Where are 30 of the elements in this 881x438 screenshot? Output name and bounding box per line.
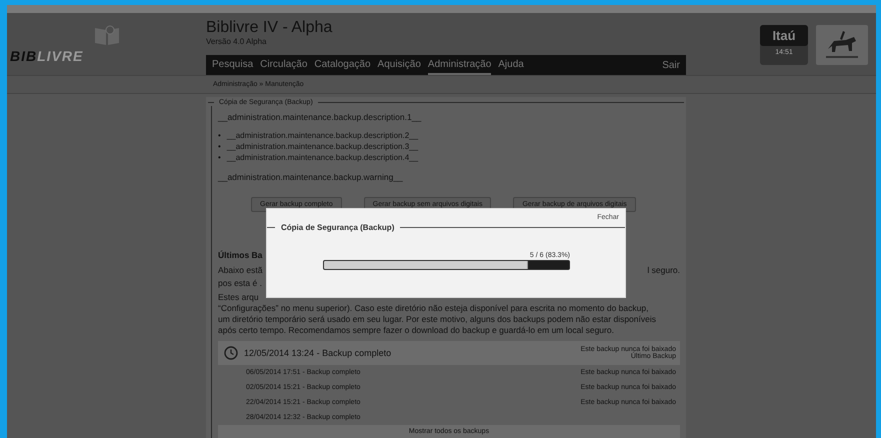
description-bullet: __administration.maintenance.backup.description.2__	[226, 130, 418, 141]
book-logo-icon	[92, 24, 120, 46]
horse-rider-logo-icon	[816, 25, 868, 65]
description-bullet: __administration.maintenance.backup.description.4__	[226, 152, 418, 163]
bullet-marker: •	[218, 130, 221, 141]
paragraph-line: após certo tempo. Recomendamos sempre fazer o download do backup e guardá-lo em um local seguro.	[218, 325, 615, 336]
nav-tab[interactable]: Pesquisa	[212, 56, 254, 74]
paragraph-fragment: Estes arqu	[218, 292, 259, 303]
version-label: Versão 4.0 Alpha	[206, 37, 268, 46]
bullet-marker: •	[218, 152, 221, 163]
paragraph-line: um diretório temporário será usado em seu lugar. Por este motivo, alguns dos backups podem não estar disponíveis	[218, 314, 657, 325]
paragraph-fragment: Abaixo estã	[218, 264, 262, 277]
description-bullet: __administration.maintenance.backup.description.3__	[226, 141, 418, 152]
app-title: Biblivre IV - Alpha	[206, 19, 334, 37]
dialog-legend: Cópia de Segurança (Backup)	[281, 223, 394, 232]
logo-text: BIBLIVRE	[10, 48, 84, 64]
paragraph-fragment: pos esta é .	[218, 277, 262, 290]
nav-tab[interactable]: Aquisição	[378, 56, 421, 74]
paragraph-fragment: l seguro.	[647, 264, 680, 277]
clock-icon	[224, 346, 238, 360]
backup-label: 12/05/2014 13:24 - Backup completo	[244, 348, 392, 358]
bullet-marker: •	[218, 141, 221, 152]
logout-link[interactable]: Sair	[662, 60, 680, 70]
recent-backups-heading: Últimos Ba	[218, 250, 262, 261]
warning-text: __administration.maintenance.backup.warning__	[218, 172, 404, 183]
description-text: __administration.maintenance.backup.description.1__	[218, 112, 422, 123]
nav-tab[interactable]: Catalogação	[314, 56, 371, 74]
nav-tab[interactable]: Ajuda	[498, 56, 524, 74]
nav-tab[interactable]: Circulação	[260, 56, 308, 74]
paragraph-line: “Configurações” no menu superior). Caso este diretório não esteja disponível para escrita no momento do backup,	[218, 303, 650, 314]
